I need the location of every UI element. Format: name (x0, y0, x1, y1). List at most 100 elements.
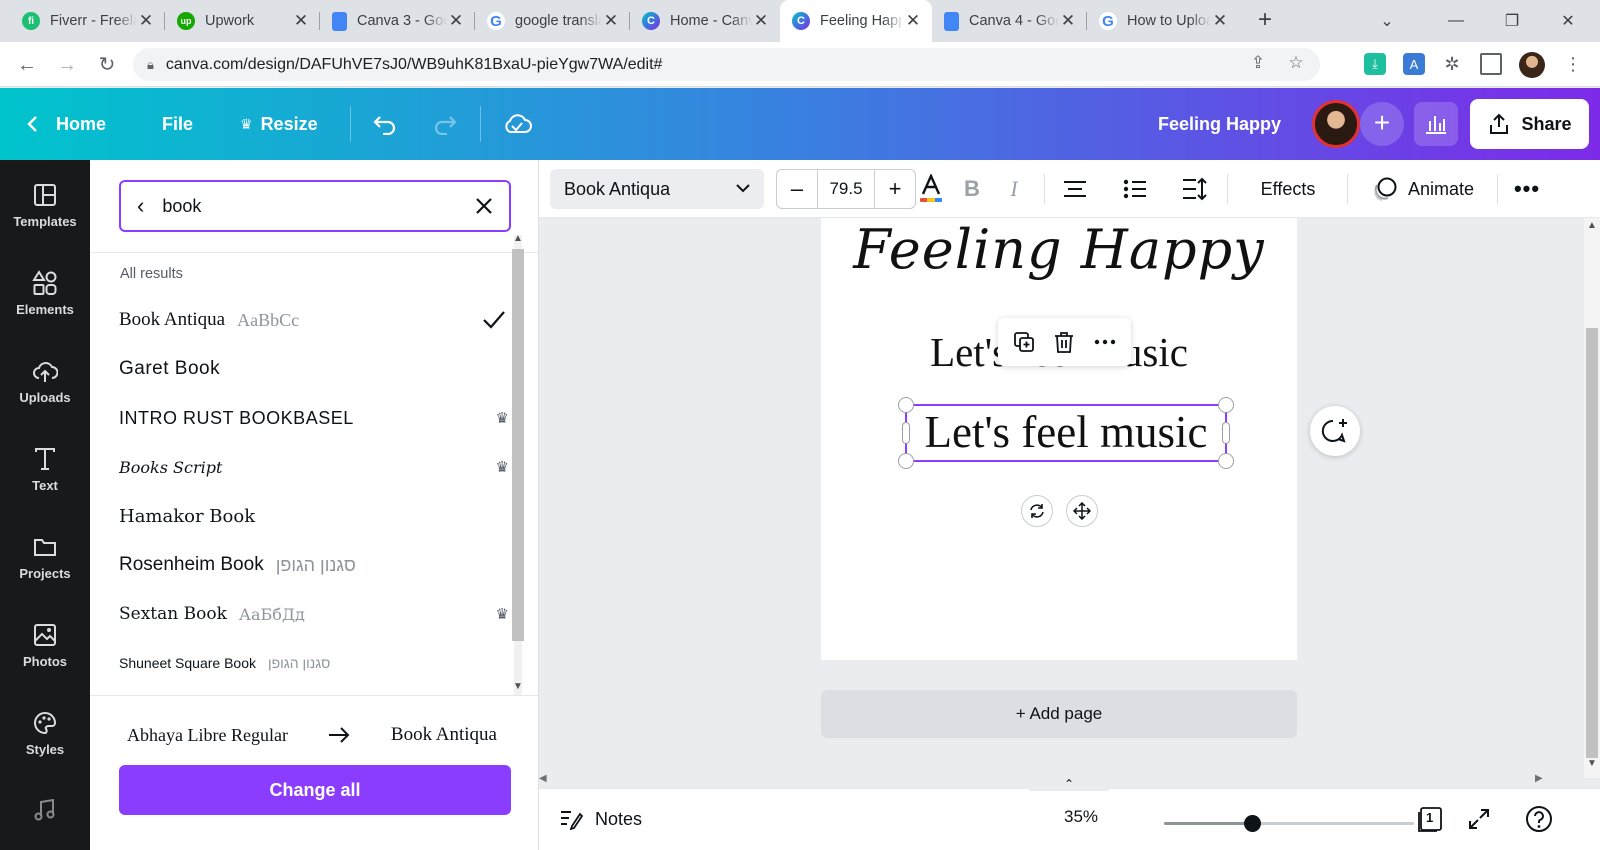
font-size-input[interactable]: 79.5 (817, 170, 875, 208)
sidebar-item-projects[interactable]: Projects (0, 518, 90, 596)
close-icon[interactable]: ✕ (1059, 11, 1077, 31)
animate-button[interactable]: Animate (1359, 169, 1487, 209)
resize-handle-left[interactable] (902, 422, 910, 444)
sidebar-item-photos[interactable]: Photos (0, 606, 90, 684)
file-menu-button[interactable]: File (162, 88, 193, 160)
font-option-books-script[interactable]: Books Script ♛ (119, 443, 519, 491)
profile-avatar[interactable] (1519, 52, 1545, 78)
browser-tab[interactable]: up Upwork ✕ (165, 0, 320, 42)
effects-button[interactable]: Effects (1239, 169, 1337, 209)
share-button[interactable]: Share (1470, 99, 1589, 149)
scroll-up-icon[interactable]: ▲ (1586, 220, 1598, 231)
help-button[interactable] (1523, 803, 1555, 835)
notes-button[interactable]: Notes (559, 799, 642, 839)
resize-handle-bottom-right[interactable] (1218, 453, 1234, 469)
share-page-icon[interactable]: ⇪ (1246, 53, 1270, 73)
bookmark-star-icon[interactable]: ☆ (1284, 53, 1308, 73)
scroll-down-icon[interactable]: ▼ (512, 681, 524, 692)
vertical-scrollbar[interactable]: ▲ ▼ (1584, 218, 1600, 778)
zoom-slider[interactable] (1164, 815, 1414, 832)
extensions-puzzle-icon[interactable]: ✲ (1441, 53, 1463, 75)
page-count-button[interactable]: 1 (1414, 803, 1446, 835)
font-option-rosenheim-book[interactable]: Rosenheim Book סגנון הגופן (119, 541, 519, 589)
close-icon[interactable]: ✕ (904, 11, 922, 31)
window-close-icon[interactable]: ✕ (1540, 0, 1596, 42)
design-page[interactable]: Feeling Happy Let's feel music Let's fee… (821, 218, 1297, 660)
font-option-hamakor-book[interactable]: Hamakor Book (119, 492, 519, 540)
browser-menu-icon[interactable]: ⋮ (1562, 53, 1584, 75)
home-button[interactable]: Home (24, 88, 106, 160)
browser-tab[interactable]: fi Fiverr - Freelance ✕ (10, 0, 165, 42)
font-family-dropdown[interactable]: Book Antiqua (550, 169, 764, 209)
collaborator-avatar[interactable] (1312, 100, 1360, 148)
more-options-icon[interactable]: ••• (1507, 169, 1547, 209)
font-list-scrollbar[interactable]: ▲ ▼ (510, 233, 526, 695)
font-option-shuneet-square[interactable]: Shuneet Square Book סגנון הגופן (119, 639, 519, 687)
resize-handle-top-left[interactable] (898, 397, 914, 413)
move-button[interactable] (1066, 495, 1098, 527)
minimize-icon[interactable]: — (1428, 0, 1484, 42)
add-page-button[interactable]: + Add page (821, 690, 1297, 738)
sidebar-item-templates[interactable]: Templates (0, 166, 90, 244)
browser-tab[interactable]: C Home - Canva ✕ (630, 0, 780, 42)
font-option-sextan-book[interactable]: Sextan Book АаБбДд ♛ (119, 590, 519, 638)
design-title[interactable]: Feeling Happy (1158, 88, 1281, 160)
font-option-intro-rust[interactable]: INTRO RUST BOOKBASEL ♛ (119, 394, 519, 442)
trash-icon[interactable] (1052, 330, 1076, 354)
scroll-thumb[interactable] (1586, 328, 1598, 758)
extension-download-icon[interactable]: ⤓ (1364, 53, 1386, 75)
sidebar-item-text[interactable]: Text (0, 430, 90, 508)
close-icon[interactable]: ✕ (447, 11, 465, 31)
browser-tab[interactable]: G google translate ✕ (475, 0, 630, 42)
browser-tab[interactable]: G How to Upload ✕ (1087, 0, 1239, 42)
restore-icon[interactable]: ❐ (1484, 0, 1540, 42)
scroll-left-icon[interactable]: ◀ (539, 773, 547, 784)
italic-button[interactable]: I (999, 169, 1029, 209)
selected-text[interactable]: Let's feel music (905, 404, 1227, 462)
sidebar-item-elements[interactable]: Elements (0, 254, 90, 332)
forward-arrow-icon[interactable]: → (52, 50, 82, 80)
zoom-slider-handle[interactable] (1243, 815, 1261, 832)
change-all-button[interactable]: Change all (119, 765, 511, 815)
collapse-pages-icon[interactable]: ⌃ (1029, 775, 1109, 791)
title-text-element[interactable]: Feeling Happy (821, 218, 1297, 281)
undo-button[interactable] (372, 88, 398, 160)
spacing-button[interactable] (1177, 169, 1213, 209)
increase-size-button[interactable]: + (875, 176, 915, 202)
sidebar-item-audio[interactable] (0, 782, 90, 838)
duplicate-icon[interactable] (1012, 330, 1036, 354)
selected-text-element[interactable]: Let's feel music (898, 397, 1234, 469)
redo-button[interactable] (432, 88, 458, 160)
add-collaborator-button[interactable]: + (1360, 102, 1404, 146)
reload-icon[interactable]: ↻ (92, 50, 122, 80)
scroll-up-icon[interactable]: ▲ (512, 233, 524, 244)
side-panel-icon[interactable] (1480, 53, 1502, 75)
resize-handle-bottom-left[interactable] (898, 453, 914, 469)
zoom-level[interactable]: 35% (1064, 807, 1098, 827)
sidebar-item-uploads[interactable]: Uploads (0, 342, 90, 420)
scroll-thumb[interactable] (512, 249, 524, 641)
browser-tab[interactable]: Canva 4 - Google Docs ✕ (932, 0, 1087, 42)
scroll-right-icon[interactable]: ▶ (1535, 773, 1543, 784)
resize-handle-top-right[interactable] (1218, 397, 1234, 413)
font-search-input[interactable]: ‹ book (119, 180, 511, 232)
resize-handle-right[interactable] (1222, 422, 1230, 444)
list-button[interactable] (1117, 169, 1153, 209)
decrease-size-button[interactable]: – (777, 176, 817, 202)
rotate-button[interactable] (1021, 495, 1053, 527)
clear-search-icon[interactable] (471, 193, 497, 219)
fullscreen-button[interactable] (1463, 803, 1495, 835)
tab-search-icon[interactable]: ⌄ (1372, 0, 1402, 42)
close-icon[interactable]: ✕ (752, 11, 770, 31)
new-tab-button[interactable]: + (1251, 7, 1279, 35)
text-color-button[interactable] (915, 169, 947, 209)
more-icon[interactable] (1093, 330, 1117, 354)
back-arrow-icon[interactable]: ← (12, 50, 42, 80)
extension-translate-icon[interactable]: A (1403, 53, 1425, 75)
resize-button[interactable]: ♛ Resize (240, 88, 318, 160)
sidebar-item-styles[interactable]: Styles (0, 694, 90, 772)
browser-tab-active[interactable]: C Feeling Happy ✕ (780, 0, 932, 42)
add-comment-button[interactable] (1310, 406, 1360, 456)
url-field[interactable]: 🔒︎ canva.com/design/DAFUhVE7sJ0/WB9uhK81… (133, 48, 1320, 81)
close-icon[interactable]: ✕ (1211, 11, 1229, 31)
